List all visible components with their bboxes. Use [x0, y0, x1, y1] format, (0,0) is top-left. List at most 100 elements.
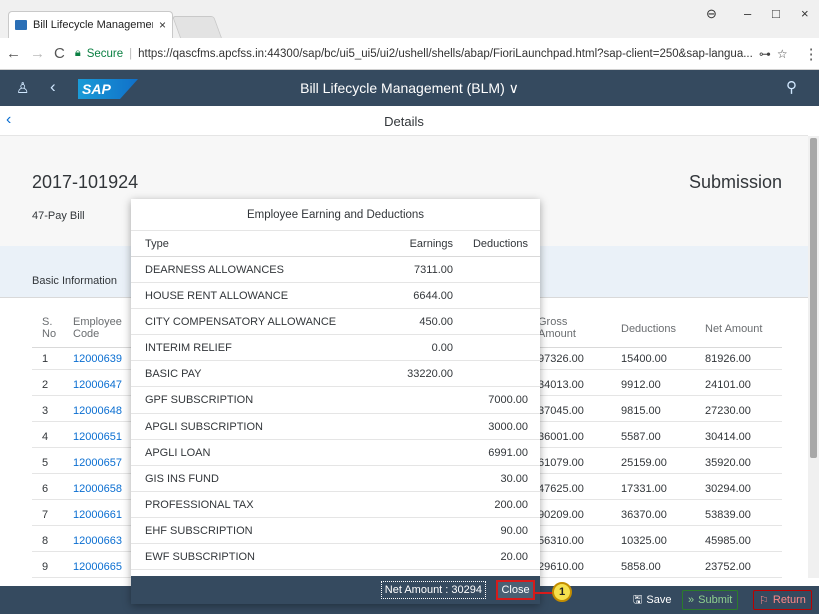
- item-earnings: 450.00: [419, 316, 453, 329]
- net-amount-cell: 24101.00: [705, 379, 751, 391]
- row-number: 9: [42, 561, 49, 573]
- list-item: HOUSE RENT ALLOWANCE 6644.00: [131, 283, 540, 310]
- minimize-button[interactable]: –: [744, 6, 751, 21]
- deduction-amount: 10325.00: [621, 535, 667, 547]
- item-deductions: 3000.00: [488, 420, 528, 433]
- browser-tabstrip: Bill Lifecycle Managemen × ⊖ – □ ×: [0, 0, 819, 38]
- submit-button[interactable]: » Submit: [682, 590, 739, 610]
- employee-code-link[interactable]: 12000663: [73, 535, 122, 547]
- list-item: APGLI SUBSCRIPTION 3000.00: [131, 414, 540, 440]
- item-deductions: 6991.00: [488, 446, 528, 459]
- profile-icon[interactable]: ⊖: [706, 6, 717, 22]
- list-item: PROFESSIONAL TAX 200.00: [131, 492, 540, 518]
- return-label: Return: [772, 594, 806, 606]
- employee-code-link[interactable]: 12000647: [73, 379, 122, 391]
- app-title[interactable]: Bill Lifecycle Management (BLM) ∨: [0, 80, 819, 97]
- item-type: INTERIM RELIEF: [145, 342, 232, 355]
- item-deductions: 200.00: [494, 498, 528, 511]
- col-employee-code: Employee Code: [73, 316, 122, 340]
- star-icon[interactable]: ☆: [777, 47, 788, 61]
- menu-icon[interactable]: ⋮: [804, 45, 819, 63]
- list-item: APGLI LOAN 6991.00: [131, 440, 540, 466]
- item-earnings: 7311.00: [414, 264, 453, 276]
- list-item: INTERIM RELIEF 0.00: [131, 335, 540, 362]
- return-button[interactable]: ⚐ Return: [753, 590, 812, 610]
- item-earnings: 33220.00: [407, 368, 453, 381]
- row-number: 1: [42, 353, 49, 365]
- employee-code-link[interactable]: 12000658: [73, 483, 122, 495]
- deduction-amount: 5858.00: [621, 561, 661, 573]
- net-amount-cell: 81926.00: [705, 353, 751, 365]
- gross-amount: 97326.00: [538, 353, 584, 365]
- employee-code-link[interactable]: 12000648: [73, 405, 122, 417]
- row-number: 5: [42, 457, 49, 469]
- submit-icon: »: [688, 594, 695, 606]
- row-number: 3: [42, 405, 49, 417]
- return-icon: ⚐: [759, 594, 769, 607]
- page-scrollbar[interactable]: [808, 136, 819, 578]
- back-arrow-icon[interactable]: ←: [6, 45, 21, 62]
- row-number: 8: [42, 535, 49, 547]
- list-item: EHF SUBSCRIPTION 90.00: [131, 518, 540, 545]
- col-type: Type: [145, 238, 169, 250]
- scrollbar-thumb[interactable]: [810, 138, 817, 458]
- submit-label: Submit: [698, 594, 733, 606]
- browser-tab[interactable]: Bill Lifecycle Managemen ×: [8, 11, 173, 38]
- col-deductions: Deductions: [621, 323, 677, 335]
- bill-type: 47-Pay Bill: [32, 210, 85, 222]
- search-icon[interactable]: ⚲: [786, 78, 797, 96]
- address-bar: ← → C 🔒︎ Secure | https://qascfms.apcfss…: [0, 38, 819, 70]
- employee-code-link[interactable]: 12000639: [73, 353, 122, 365]
- tab-basic-information[interactable]: Basic Information: [32, 275, 117, 287]
- save-button[interactable]: 🖫︎ Save: [628, 590, 676, 610]
- employee-code-link[interactable]: 12000657: [73, 457, 122, 469]
- favicon-icon: [15, 20, 27, 30]
- col-deductions: Deductions: [472, 238, 528, 250]
- col-earnings: Earnings: [409, 238, 453, 250]
- deduction-amount: 17331.00: [621, 483, 667, 495]
- key-icon[interactable]: ⊶: [759, 47, 771, 61]
- net-amount-cell: 35920.00: [705, 457, 751, 469]
- maximize-button[interactable]: □: [772, 6, 780, 21]
- page-subheader: ‹ Details: [0, 106, 808, 136]
- gross-amount: 37045.00: [538, 405, 584, 417]
- close-button[interactable]: Close: [496, 580, 535, 600]
- net-amount-cell: 30294.00: [705, 483, 751, 495]
- close-window-button[interactable]: ×: [801, 6, 809, 21]
- list-item: CITY COMPENSATORY ALLOWANCE 450.00: [131, 309, 540, 336]
- list-item: GPF SUBSCRIPTION 7000.00: [131, 387, 540, 414]
- save-icon: 🖫︎: [633, 593, 643, 606]
- row-number: 6: [42, 483, 49, 495]
- employee-code-link[interactable]: 12000651: [73, 431, 122, 443]
- dialog-footer: Net Amount : 30294 Close: [131, 576, 540, 604]
- deduction-amount: 9815.00: [621, 405, 661, 417]
- list-item: DEARNESS ALLOWANCES 7311.00: [131, 257, 540, 284]
- forward-arrow-icon[interactable]: →: [30, 45, 45, 62]
- callout-connector: [535, 592, 553, 594]
- list-item: BASIC PAY 33220.00: [131, 361, 540, 388]
- new-tab-button[interactable]: [171, 16, 223, 38]
- net-amount-cell: 30414.00: [705, 431, 751, 443]
- item-type: APGLI SUBSCRIPTION: [145, 420, 263, 433]
- reload-icon[interactable]: C: [54, 45, 65, 62]
- item-deductions: 30.00: [500, 472, 528, 485]
- dialog-table-body: DEARNESS ALLOWANCES 7311.00 HOUSE RENT ALL…: [131, 257, 540, 571]
- item-deductions: 7000.00: [488, 394, 528, 407]
- bill-status: Submission: [688, 172, 782, 192]
- tab-title: Bill Lifecycle Managemen: [33, 19, 153, 31]
- item-earnings: 6644.00: [413, 290, 453, 303]
- url-field[interactable]: 🔒︎ Secure | https://qascfms.apcfss.in:44…: [75, 42, 788, 66]
- earnings-deductions-dialog: Employee Earning and Deductions Type Ear…: [131, 199, 540, 604]
- employee-code-link[interactable]: 12000665: [73, 561, 122, 573]
- shell-bar: ♙ ‹ SAP Bill Lifecycle Management (BLM) …: [0, 70, 819, 106]
- employee-code-link[interactable]: 12000661: [73, 509, 122, 521]
- gross-amount: 90209.00: [538, 509, 584, 521]
- save-label: Save: [646, 594, 672, 606]
- deduction-amount: 5587.00: [621, 431, 661, 443]
- close-tab-icon[interactable]: ×: [159, 18, 166, 32]
- col-sno: S. No: [42, 316, 57, 340]
- lock-icon: 🔒︎: [74, 47, 81, 59]
- page-title: Details: [384, 114, 424, 129]
- row-number: 4: [42, 431, 49, 443]
- net-amount-cell: 53839.00: [705, 509, 751, 521]
